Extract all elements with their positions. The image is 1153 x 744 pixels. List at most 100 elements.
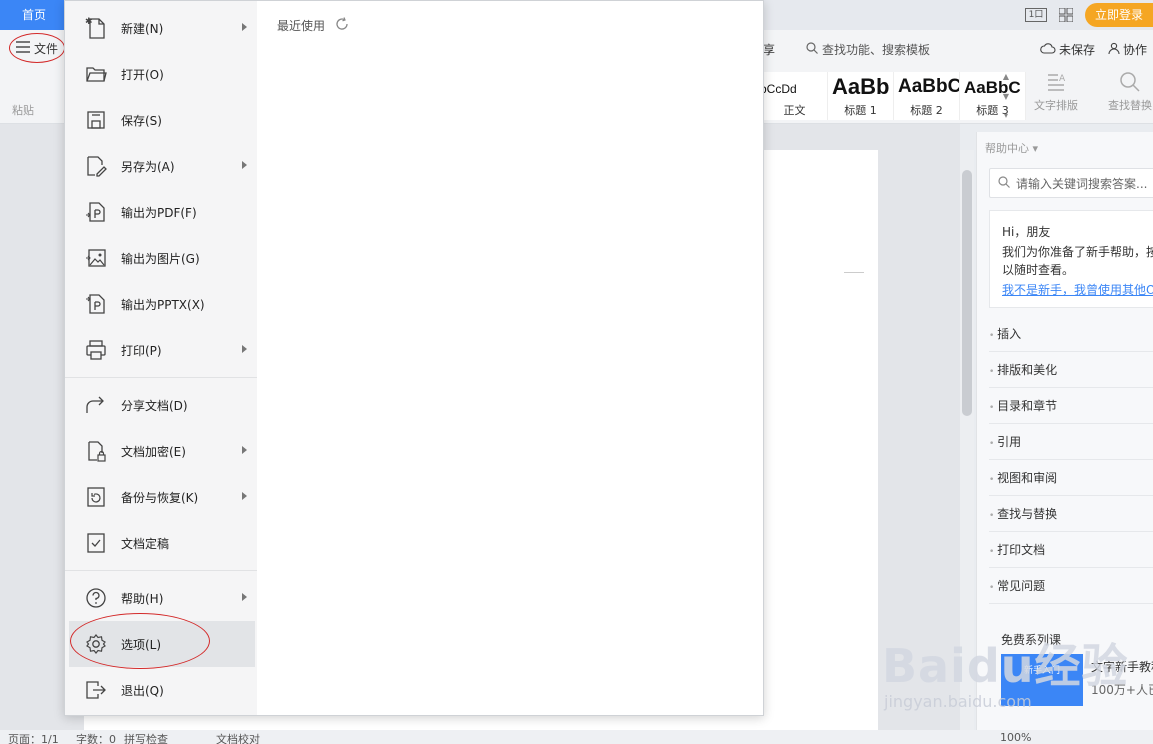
- menu-item-share[interactable]: 分享文档(D): [65, 382, 257, 428]
- menu-item-label: 打开(O): [121, 67, 164, 82]
- help-topic-item[interactable]: 查找与替换: [989, 496, 1153, 532]
- style-heading-3[interactable]: AaBbC 标题 3: [960, 72, 1026, 120]
- menu-item-backup[interactable]: 备份与恢复(K): [65, 474, 257, 520]
- more-icon[interactable]: ▾: [1004, 111, 1008, 120]
- export-image-icon: [83, 245, 109, 271]
- help-topic-item[interactable]: 插入: [989, 316, 1153, 352]
- function-search[interactable]: 查找功能、搜索模板: [806, 41, 930, 58]
- menu-item-label: 另存为(A): [121, 159, 175, 174]
- help-center-label: 帮助中心: [985, 142, 1029, 155]
- menu-item-label: 文档加密(E): [121, 444, 186, 459]
- help-topic-item[interactable]: 目录和章节: [989, 388, 1153, 424]
- spell-check[interactable]: 拼写检查: [124, 731, 168, 744]
- layout-toggle-icon[interactable]: 1口: [1024, 8, 1047, 22]
- home-tab[interactable]: 首页: [0, 0, 68, 30]
- menu-item-label: 输出为图片(G): [121, 251, 200, 266]
- share-icon: [83, 392, 109, 418]
- exit-icon: [83, 677, 109, 703]
- submenu-arrow-icon: [242, 23, 247, 31]
- help-icon: [83, 585, 109, 611]
- word-count[interactable]: 字数：0: [76, 731, 116, 744]
- export-pdf-icon: [83, 199, 109, 225]
- help-search-input[interactable]: 请输入关键词搜索答案...: [989, 168, 1153, 198]
- menu-item-label: 帮助(H): [121, 591, 164, 606]
- chevron-up-icon[interactable]: ▲: [1003, 72, 1009, 81]
- collab-label: 协作: [1123, 43, 1148, 57]
- zoom-level[interactable]: 100%: [1000, 731, 1031, 744]
- menu-item-label: 备份与恢复(K): [121, 490, 199, 505]
- style-label: 正文: [783, 104, 806, 117]
- menu-item-export-pptx[interactable]: 输出为PPTX(X): [65, 281, 257, 327]
- paste-button[interactable]: 粘贴: [12, 102, 34, 118]
- submenu-arrow-icon: [242, 492, 247, 500]
- menu-item-label: 打印(P): [121, 343, 162, 358]
- course-section-title: 免费系列课: [1001, 633, 1062, 647]
- style-heading-1[interactable]: AaBb 标题 1: [828, 72, 894, 120]
- help-topic-item[interactable]: 常见问题: [989, 568, 1153, 604]
- menu-item-label: 输出为PPTX(X): [121, 297, 205, 312]
- text-layout-button[interactable]: A 文字排版: [1026, 70, 1086, 113]
- backup-restore-icon: [83, 484, 109, 510]
- doc-check[interactable]: 文档校对: [216, 731, 260, 744]
- refresh-icon[interactable]: [335, 17, 349, 34]
- menu-item-encrypt[interactable]: 文档加密(E): [65, 428, 257, 474]
- vertical-scrollbar[interactable]: [960, 150, 974, 730]
- course-thumbnail[interactable]: 新手入门: [1001, 654, 1083, 706]
- style-sample: bCcDd: [762, 82, 797, 96]
- menu-item-label: 文档定稿: [121, 536, 170, 551]
- search-icon: [998, 175, 1010, 191]
- menu-item-save-as[interactable]: 另存为(A): [65, 143, 257, 189]
- menu-item-print[interactable]: 打印(P): [65, 327, 257, 373]
- style-heading-2[interactable]: AaBbC 标题 2: [894, 72, 960, 120]
- finalize-doc-icon: [83, 530, 109, 556]
- menu-item-label: 分享文档(D): [121, 398, 188, 413]
- menu-item-label: 输出为PDF(F): [121, 205, 197, 220]
- welcome-card: Hi，朋友 我们为你准备了新手帮助，按 以随时查看。 我不是新手，我曾使用其他O: [989, 210, 1153, 308]
- menu-item-label: 退出(Q): [121, 683, 164, 698]
- person-icon: [1108, 42, 1120, 57]
- share-tab[interactable]: 享: [763, 41, 775, 58]
- save-as-icon: [83, 153, 109, 179]
- encrypt-doc-icon: [83, 438, 109, 464]
- chevron-down-icon[interactable]: ▼: [1003, 92, 1009, 101]
- help-topic-item[interactable]: 视图和审阅: [989, 460, 1153, 496]
- file-menu-dropdown: ✱ 新建(N) 打开(O) 保存(S) 另存为(A) 输出为PDF(F) 输出为…: [64, 0, 764, 716]
- not-newbie-link[interactable]: 我不是新手，我曾使用其他O: [1002, 281, 1153, 299]
- menu-item-save[interactable]: 保存(S): [65, 97, 257, 143]
- menu-item-new[interactable]: ✱ 新建(N): [65, 5, 257, 51]
- status-bar: 页面：1/1 字数：0 拼写检查 文档校对 100%: [0, 730, 1153, 744]
- submenu-arrow-icon: [242, 446, 247, 454]
- folder-open-icon: [83, 61, 109, 87]
- new-file-icon: ✱: [83, 15, 109, 41]
- scrollbar-thumb[interactable]: [962, 170, 972, 416]
- style-label: 标题 1: [844, 104, 877, 117]
- menu-item-export-image[interactable]: 输出为图片(G): [65, 235, 257, 281]
- style-gallery: bCcDd 正文 AaBb 标题 1 AaBbC 标题 2 AaBbC 标题 3: [762, 72, 1026, 120]
- menu-item-open[interactable]: 打开(O): [65, 51, 257, 97]
- menu-item-finalize[interactable]: 文档定稿: [65, 520, 257, 566]
- help-topic-item[interactable]: 引用: [989, 424, 1153, 460]
- find-replace-label: 查找替换: [1108, 99, 1152, 112]
- style-normal[interactable]: bCcDd 正文: [762, 72, 828, 120]
- help-center-title[interactable]: 帮助中心 ▾: [985, 140, 1038, 156]
- export-pptx-icon: [83, 291, 109, 317]
- collab-button[interactable]: 协作: [1108, 41, 1147, 58]
- help-topic-item[interactable]: 排版和美化: [989, 352, 1153, 388]
- find-replace-button[interactable]: 查找替换: [1100, 70, 1153, 113]
- menu-item-export-pdf[interactable]: 输出为PDF(F): [65, 189, 257, 235]
- printer-icon: [83, 337, 109, 363]
- menu-item-exit[interactable]: 退出(Q): [65, 667, 257, 713]
- unsaved-status[interactable]: 未保存: [1040, 41, 1095, 58]
- help-topic-item[interactable]: 打印文档: [989, 532, 1153, 568]
- cloud-icon: [1040, 42, 1056, 57]
- magnifier-icon: [1100, 70, 1153, 97]
- course-name[interactable]: 文字新手教程: [1091, 658, 1153, 675]
- login-button[interactable]: 立即登录: [1084, 3, 1153, 27]
- apps-grid-icon[interactable]: [1055, 6, 1077, 24]
- submenu-arrow-icon: [242, 161, 247, 169]
- intro-text: 以随时查看。: [1002, 263, 1075, 277]
- style-gallery-scroll[interactable]: ▲ ▼ ▾: [1000, 72, 1012, 120]
- intro-text: 我们为你准备了新手帮助，按: [1002, 245, 1153, 259]
- page-count[interactable]: 页面：1/1: [8, 731, 59, 744]
- text-layout-label: 文字排版: [1034, 99, 1078, 112]
